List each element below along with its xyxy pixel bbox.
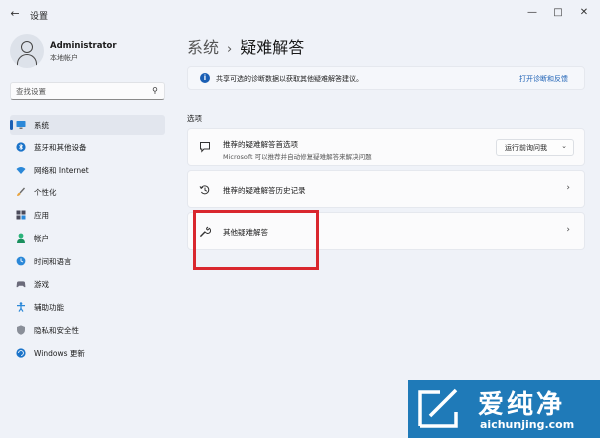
sidebar-item-windows-update[interactable]: Windows 更新 bbox=[10, 343, 165, 363]
chat-bubble-icon bbox=[199, 141, 211, 156]
page-title: 疑难解答 bbox=[240, 38, 305, 57]
sidebar-item-label: 蓝牙和其他设备 bbox=[34, 143, 87, 152]
info-bar: i 共享可选的诊断数据以获取其他疑难解答建议。 打开诊断和反馈 bbox=[187, 66, 585, 90]
sidebar-item-label: 网络和 Internet bbox=[34, 166, 89, 175]
title-bar: ← 设置 — □ ✕ bbox=[0, 0, 600, 30]
sidebar-item-time-language[interactable]: 时间和语言 bbox=[10, 251, 165, 271]
search-placeholder: 查找设置 bbox=[16, 87, 46, 96]
sidebar-item-personalization[interactable]: 个性化 bbox=[10, 182, 165, 202]
breadcrumb: 系统 › 疑难解答 bbox=[187, 34, 304, 58]
breadcrumb-separator: › bbox=[227, 42, 233, 57]
sidebar-item-label: 系统 bbox=[34, 121, 49, 130]
sidebar-item-network[interactable]: 网络和 Internet bbox=[10, 160, 165, 180]
preference-dropdown[interactable]: 运行前询问我 ⌄ bbox=[496, 139, 574, 156]
search-icon[interactable]: ⚲ bbox=[152, 86, 158, 95]
open-diagnostics-link[interactable]: 打开诊断和反馈 bbox=[519, 74, 568, 84]
profile-account-type: 本地帐户 bbox=[50, 54, 78, 62]
card-subtitle: Microsoft 可以推荐并自动修复疑难解答来解决问题 bbox=[223, 153, 372, 161]
window-title: 设置 bbox=[30, 12, 49, 22]
monitor-icon bbox=[16, 120, 26, 130]
dropdown-selected-value: 运行前询问我 bbox=[505, 144, 547, 152]
bluetooth-icon bbox=[16, 142, 26, 152]
sidebar-item-system[interactable]: 系统 bbox=[10, 115, 165, 135]
brush-icon bbox=[16, 187, 26, 197]
sidebar-item-apps[interactable]: 应用 bbox=[10, 205, 165, 225]
active-indicator bbox=[10, 120, 13, 130]
close-button[interactable]: ✕ bbox=[573, 4, 595, 22]
sidebar-item-accounts[interactable]: 帐户 bbox=[10, 228, 165, 248]
sidebar-item-label: Windows 更新 bbox=[34, 349, 85, 358]
chevron-right-icon: › bbox=[566, 225, 570, 235]
info-text: 共享可选的诊断数据以获取其他疑难解答建议。 bbox=[216, 75, 363, 83]
recommended-preferences-card: 推荐的疑难解答首选项 Microsoft 可以推荐并自动修复疑难解答来解决问题 … bbox=[187, 128, 585, 166]
sidebar-item-accessibility[interactable]: 辅助功能 bbox=[10, 297, 165, 317]
sidebar-item-label: 个性化 bbox=[34, 188, 57, 197]
card-title: 推荐的疑难解答历史记录 bbox=[223, 186, 306, 195]
sidebar-item-label: 隐私和安全性 bbox=[34, 326, 79, 335]
update-icon bbox=[16, 348, 26, 358]
avatar-body-icon bbox=[17, 54, 37, 68]
breadcrumb-parent-link[interactable]: 系统 bbox=[187, 38, 219, 57]
recommended-history-card[interactable]: 推荐的疑难解答历史记录 › bbox=[187, 170, 585, 208]
sidebar-item-label: 帐户 bbox=[34, 234, 49, 243]
card-title: 其他疑难解答 bbox=[223, 228, 268, 237]
sidebar-item-label: 辅助功能 bbox=[34, 303, 64, 312]
watermark-url: aichunjing.com bbox=[480, 418, 575, 431]
maximize-button[interactable]: □ bbox=[547, 4, 569, 22]
watermark-logo-icon bbox=[418, 388, 458, 428]
sidebar-item-label: 时间和语言 bbox=[34, 257, 72, 266]
sidebar-item-privacy[interactable]: 隐私和安全性 bbox=[10, 320, 165, 340]
apps-icon bbox=[16, 210, 26, 220]
shield-icon bbox=[16, 325, 26, 335]
info-icon: i bbox=[200, 73, 210, 83]
other-troubleshooters-card[interactable]: 其他疑难解答 › bbox=[187, 212, 585, 250]
globe-clock-icon bbox=[16, 256, 26, 266]
sidebar-item-label: 应用 bbox=[34, 211, 49, 220]
avatar bbox=[10, 34, 44, 68]
watermark: 爱纯净 aichunjing.com bbox=[408, 380, 600, 438]
minimize-button[interactable]: — bbox=[521, 4, 543, 22]
watermark-title: 爱纯净 bbox=[478, 390, 566, 420]
profile-name: Administrator bbox=[50, 41, 117, 51]
gamepad-icon bbox=[16, 279, 26, 289]
wifi-icon bbox=[16, 165, 26, 175]
sidebar-item-gaming[interactable]: 游戏 bbox=[10, 274, 165, 294]
section-label: 选项 bbox=[187, 114, 202, 123]
history-icon bbox=[199, 184, 211, 199]
back-button[interactable]: ← bbox=[8, 7, 22, 21]
sidebar-item-bluetooth[interactable]: 蓝牙和其他设备 bbox=[10, 137, 165, 157]
sidebar-item-label: 游戏 bbox=[34, 280, 49, 289]
chevron-down-icon: ⌄ bbox=[561, 142, 567, 150]
person-icon bbox=[16, 233, 26, 243]
chevron-right-icon: › bbox=[566, 183, 570, 193]
accessibility-icon bbox=[16, 302, 26, 312]
wrench-icon bbox=[199, 226, 212, 241]
avatar-head-icon bbox=[21, 41, 33, 53]
search-input[interactable]: 查找设置 ⚲ bbox=[10, 82, 165, 100]
card-title: 推荐的疑难解答首选项 bbox=[223, 140, 298, 149]
